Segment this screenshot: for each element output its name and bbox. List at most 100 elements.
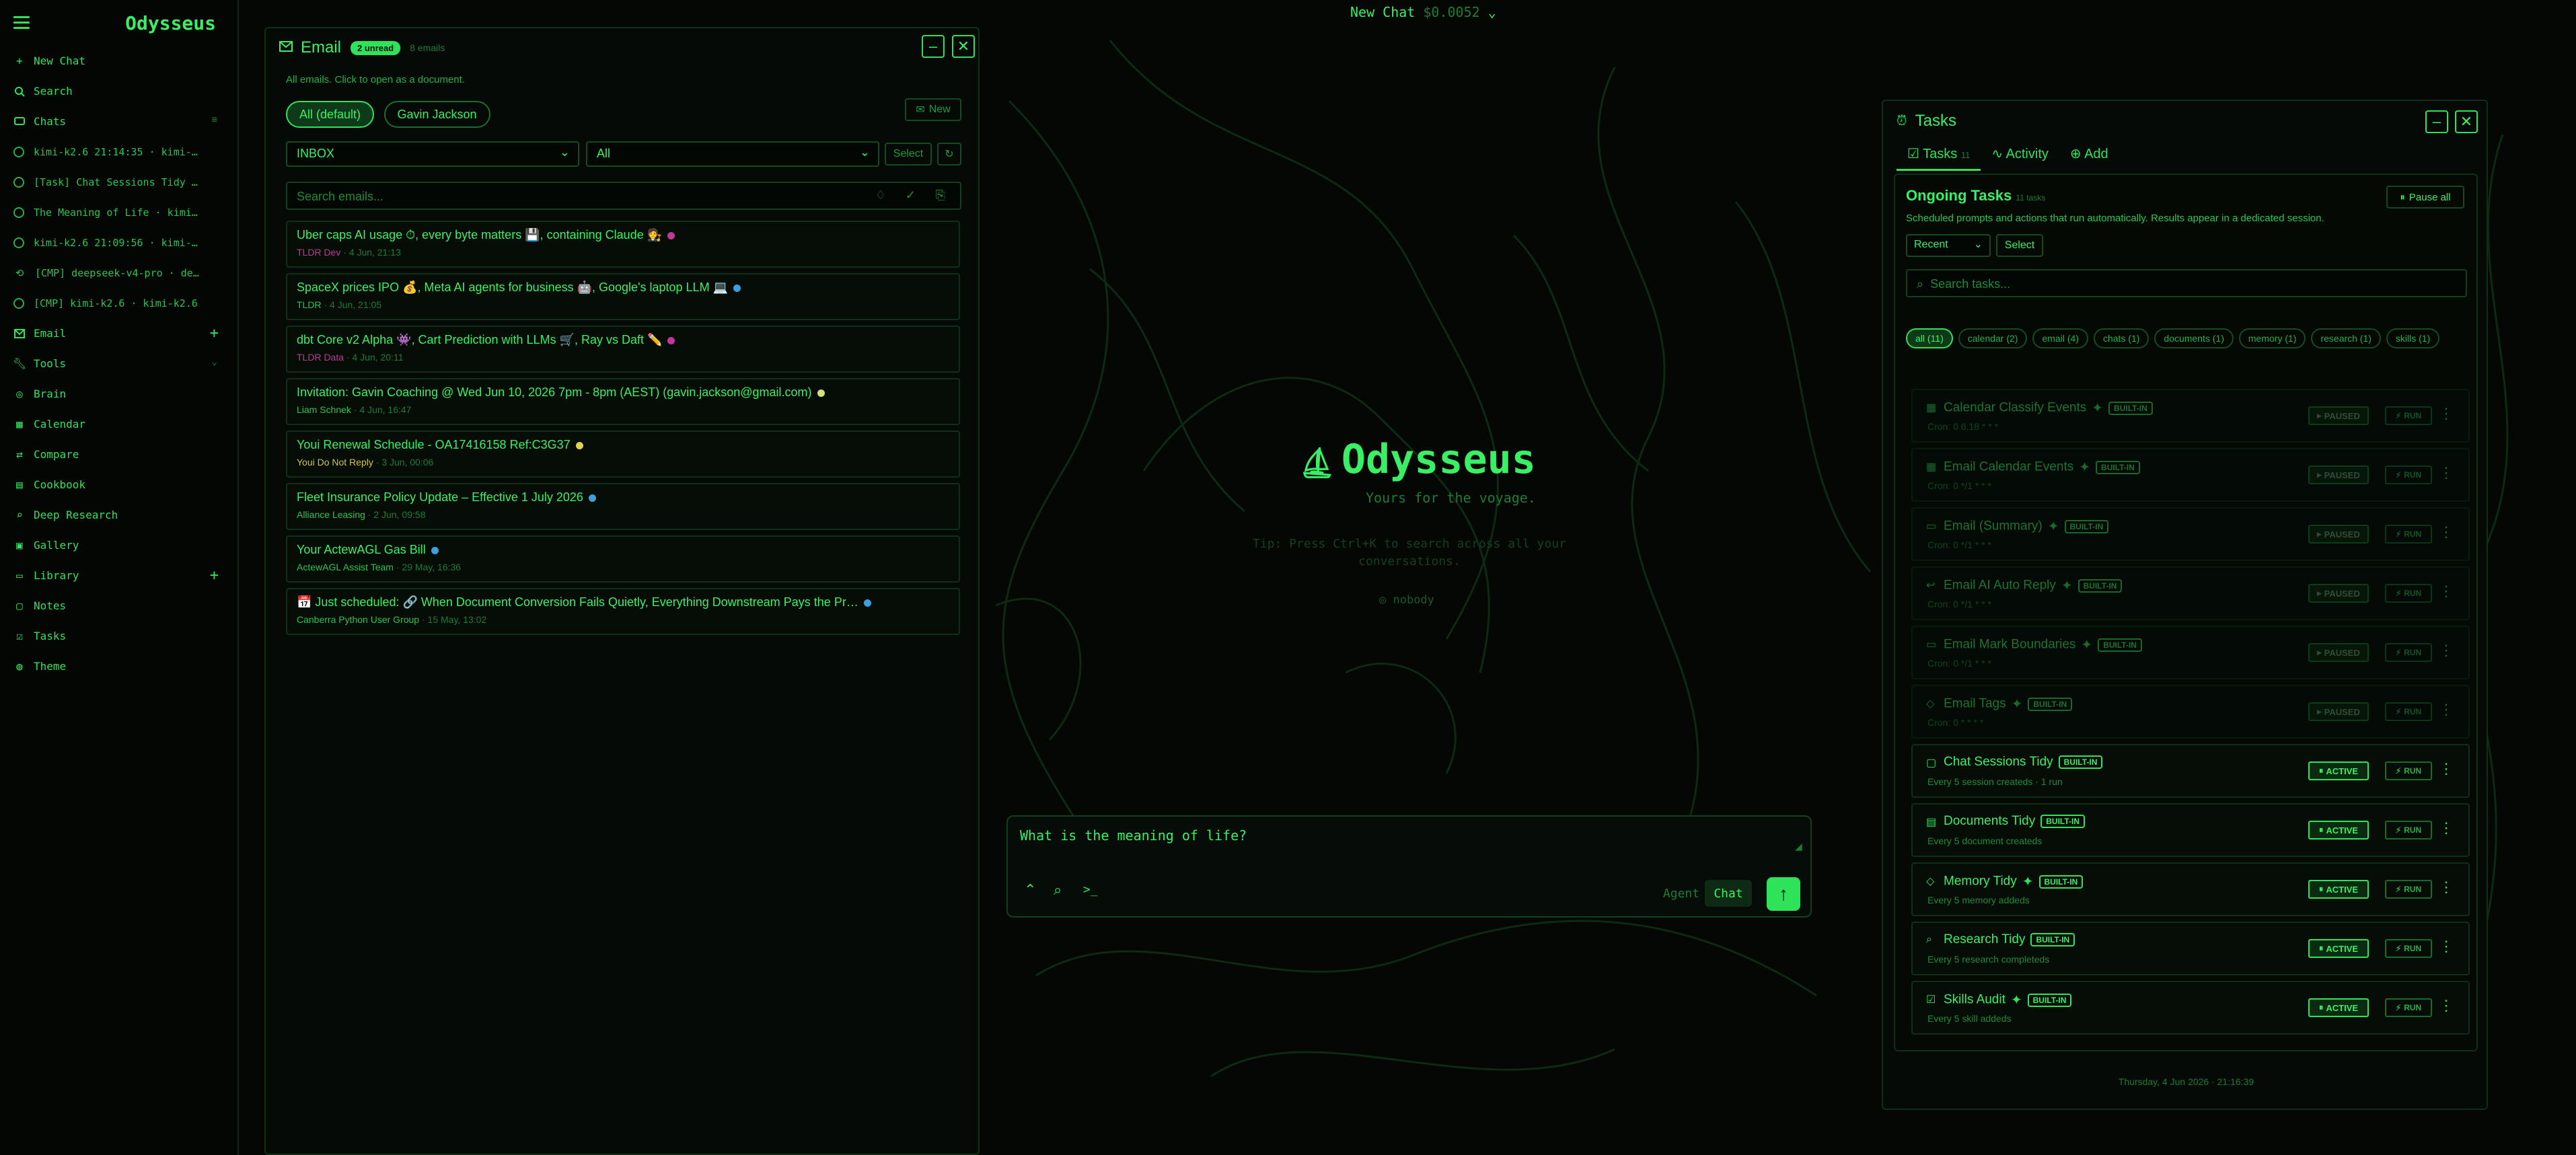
chip-calendar[interactable]: calendar (2) (1958, 328, 2028, 348)
more-icon[interactable]: ⋮ (2439, 642, 2454, 659)
check-icon[interactable]: ✓ (906, 188, 916, 202)
chip-email[interactable]: email (4) (2032, 328, 2088, 348)
more-icon[interactable]: ⋮ (2439, 760, 2454, 778)
status-toggle[interactable]: ⏸︎ ACTIVE (2308, 880, 2369, 899)
task-row[interactable]: ⌕ Research Tidy BUILT-IN Every 5 research c… (1911, 922, 2470, 975)
sort-select[interactable]: Recent ⌄ (1906, 234, 1991, 257)
email-row[interactable]: Uber caps AI usage ⏱, every byte matters… (286, 221, 960, 268)
more-icon[interactable]: ⋮ (2439, 464, 2454, 482)
email-row[interactable]: Your ActewAGL Gas Bill ActewAGL Assist T… (286, 535, 960, 583)
attachment-icon[interactable]: ⎘ (936, 188, 945, 202)
run-button[interactable]: ⚡︎ RUN (2385, 761, 2432, 780)
run-button[interactable]: ⚡︎ RUN (2385, 880, 2432, 899)
refresh-icon[interactable]: ↻ (937, 143, 961, 165)
run-button[interactable]: ⚡︎ RUN (2385, 465, 2432, 484)
more-icon[interactable]: ⋮ (2439, 879, 2454, 896)
chat-selector[interactable]: New Chat $0.0052 ⌄ (1350, 4, 1496, 20)
status-toggle[interactable]: ▸ PAUSED (2308, 406, 2369, 425)
folder-select[interactable]: INBOX ⌄ (286, 141, 579, 167)
sidebar-item-calendar[interactable]: ▦ Calendar (0, 409, 237, 439)
menu-icon[interactable] (13, 16, 30, 29)
email-row[interactable]: Youi Renewal Schedule - OA17416158 Ref:C… (286, 431, 960, 478)
sidebar-item-notes[interactable]: ▢ Notes (0, 591, 237, 621)
task-row[interactable]: ▦ Calendar Classify Events ✦ BUILT-IN Cron: … (1911, 389, 2470, 443)
email-row[interactable]: SpaceX prices IPO 💰, Meta AI agents for … (286, 273, 960, 320)
more-icon[interactable]: ⋮ (2439, 583, 2454, 600)
terminal-icon[interactable]: >_ (1083, 883, 1098, 897)
sidebar-item-library[interactable]: ▭ Library + (0, 560, 237, 591)
sidebar-item-tasks[interactable]: ☑ Tasks (0, 621, 237, 651)
chat-item[interactable]: kimi-k2.6 21:14:35 · kimi-… (0, 137, 237, 167)
task-row[interactable]: ▭ Email (Summary) ✦ BUILT-IN Cron: 0 */1 * *… (1911, 507, 2470, 561)
minimize-button[interactable]: – (2425, 110, 2448, 133)
email-search-input[interactable]: Search emails... ♢ ✓ ⎘ (286, 182, 961, 210)
run-button[interactable]: ⚡︎ RUN (2385, 584, 2432, 603)
task-row[interactable]: ◇ Memory Tidy ✦ BUILT-IN Every 5 memory adde… (1911, 862, 2470, 916)
run-button[interactable]: ⚡︎ RUN (2385, 821, 2432, 840)
select-button[interactable]: Select (885, 143, 932, 165)
status-toggle[interactable]: ▸ PAUSED (2308, 643, 2369, 662)
task-row[interactable]: ☑ Skills Audit ✦ BUILT-IN Every 5 skill adde… (1911, 981, 2470, 1035)
pause-all-button[interactable]: ⏸︎ Pause all (2386, 186, 2464, 209)
run-button[interactable]: ⚡︎ RUN (2385, 998, 2432, 1017)
sidebar-item-cookbook[interactable]: ▤ Cookbook (0, 470, 237, 500)
chat-item[interactable]: [Task] Chat Sessions Tidy … (0, 167, 237, 197)
run-button[interactable]: ⚡︎ RUN (2385, 939, 2432, 958)
search-icon[interactable]: ⌕ (1054, 881, 1062, 899)
chat-item[interactable]: [CMP] kimi-k2.6 · kimi-k2.6 (0, 288, 237, 318)
sidebar-item-theme[interactable]: ◍ Theme (0, 651, 237, 681)
chat-item[interactable]: kimi-k2.6 21:09:56 · kimi-… (0, 227, 237, 258)
status-select[interactable]: All ⌄ (586, 141, 879, 167)
sidebar-item-email[interactable]: Email + (0, 318, 237, 348)
status-toggle[interactable]: ⏸︎ ACTIVE (2308, 761, 2369, 780)
sidebar-item-compare[interactable]: ⇄ Compare (0, 439, 237, 470)
email-row[interactable]: Invitation: Gavin Coaching @ Wed Jun 10,… (286, 378, 960, 425)
chevron-up-icon[interactable]: ⌃ (1024, 881, 1036, 899)
status-toggle[interactable]: ▸ PAUSED (2308, 525, 2369, 544)
add-email-button[interactable]: + (210, 325, 219, 342)
new-email-button[interactable]: ✉ New (905, 98, 961, 121)
more-icon[interactable]: ⋮ (2439, 819, 2454, 837)
sidebar-item-gallery[interactable]: ▣ Gallery (0, 530, 237, 560)
task-row[interactable]: ▦ Email Calendar Events ✦ BUILT-IN Cron: 0 *… (1911, 448, 2470, 502)
tab-activity[interactable]: ∿ Activity (1981, 139, 2059, 171)
task-row[interactable]: ▤ Documents Tidy BUILT-IN Every 5 document … (1911, 803, 2470, 857)
close-button[interactable]: ✕ (2455, 110, 2478, 133)
run-button[interactable]: ⚡︎ RUN (2385, 643, 2432, 662)
more-icon[interactable]: ⋮ (2439, 938, 2454, 955)
chip-documents[interactable]: documents (1) (2154, 328, 2234, 348)
run-button[interactable]: ⚡︎ RUN (2385, 525, 2432, 544)
minimize-button[interactable]: – (922, 35, 945, 58)
resize-handle-icon[interactable]: ◢ (1795, 841, 1802, 852)
run-button[interactable]: ⚡︎ RUN (2385, 702, 2432, 721)
more-icon[interactable]: ⋮ (2439, 523, 2454, 541)
filter-person[interactable]: Gavin Jackson (383, 101, 490, 128)
chip-skills[interactable]: skills (1) (2386, 328, 2440, 348)
sidebar-item-tools[interactable]: 🔧︎ Tools ⌄ (0, 348, 237, 379)
send-button[interactable]: ↑ (1767, 877, 1800, 911)
tab-tasks[interactable]: ☑ Tasks 11 (1897, 139, 1981, 171)
chip-chats[interactable]: chats (1) (2093, 328, 2149, 348)
sidebar-item-deep-research[interactable]: ⌕ Deep Research (0, 500, 237, 530)
close-button[interactable]: ✕ (952, 35, 975, 58)
email-row[interactable]: dbt Core v2 Alpha 👾, Cart Prediction wit… (286, 326, 960, 373)
chats-section[interactable]: Chats ≡ (0, 106, 237, 137)
status-toggle[interactable]: ⏸︎ ACTIVE (2308, 998, 2369, 1017)
task-row[interactable]: ▢ Chat Sessions Tidy BUILT-IN Every 5 sessi… (1911, 744, 2470, 798)
add-library-button[interactable]: + (210, 567, 219, 584)
chip-all[interactable]: all (11) (1906, 328, 1953, 348)
status-toggle[interactable]: ▸ PAUSED (2308, 702, 2369, 721)
select-button[interactable]: Select (1996, 234, 2043, 257)
more-icon[interactable]: ⋮ (2439, 701, 2454, 718)
bell-icon[interactable]: ♢ (875, 188, 886, 202)
chip-memory[interactable]: memory (1) (2238, 328, 2306, 348)
mode-agent[interactable]: Agent (1659, 880, 1703, 907)
sidebar-item-brain[interactable]: ◎ Brain (0, 379, 237, 409)
email-row[interactable]: Fleet Insurance Policy Update – Effectiv… (286, 483, 960, 530)
run-button[interactable]: ⚡︎ RUN (2385, 406, 2432, 425)
mode-chat[interactable]: Chat (1705, 880, 1752, 907)
chat-item[interactable]: The Meaning of Life · kimi… (0, 197, 237, 227)
status-toggle[interactable]: ▸ PAUSED (2308, 465, 2369, 484)
email-row[interactable]: 📅 Just scheduled: 🔗 When Document Conver… (286, 588, 960, 635)
task-row[interactable]: ▭ Email Mark Boundaries ✦ BUILT-IN Cron: 0 *… (1911, 626, 2470, 679)
